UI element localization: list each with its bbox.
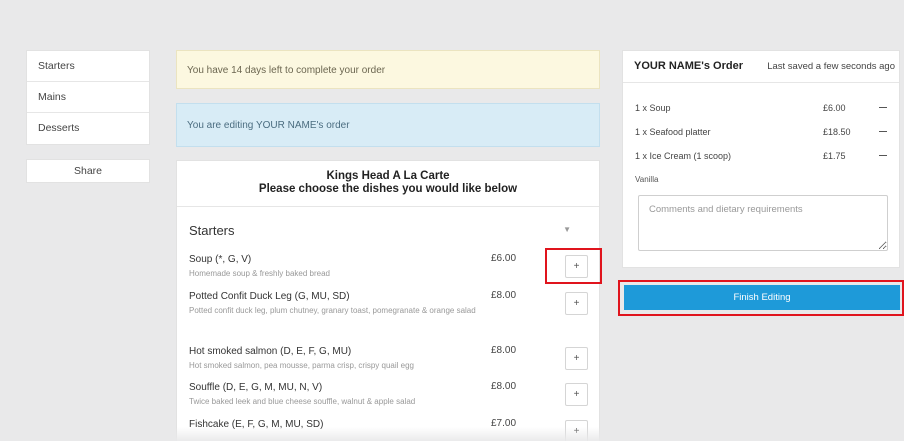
nav-item-mains[interactable]: Mains <box>27 82 149 113</box>
order-line: 1 x Soup £6.00 <box>635 103 891 113</box>
add-dish-button[interactable]: + <box>565 292 588 315</box>
order-title: YOUR NAME's Order <box>634 60 743 72</box>
menu-panel: Kings Head A La Carte Please choose the … <box>176 160 600 441</box>
dish-description: Hot smoked salmon, pea mousse, parma cri… <box>189 361 414 370</box>
menu-title-line1: Kings Head A La Carte <box>326 170 450 182</box>
dish-item: Hot smoked salmon (D, E, F, G, MU) Hot s… <box>189 345 589 372</box>
dish-name: Souffle (D, E, G, M, MU, N, V) <box>189 382 323 393</box>
last-saved-status: Last saved a few seconds ago <box>767 61 895 72</box>
dish-price: £6.00 <box>491 253 517 264</box>
section-heading-starters: Starters <box>189 223 235 238</box>
dish-description: Homemade soup & freshly baked bread <box>189 269 330 278</box>
order-line-price: £6.00 <box>823 103 846 113</box>
editing-banner: You are editing YOUR NAME's order <box>176 103 600 147</box>
menu-title-line2: Please choose the dishes you would like … <box>258 183 518 195</box>
remove-minus-icon[interactable] <box>879 131 887 132</box>
finish-editing-button[interactable]: Finish Editing <box>624 285 900 310</box>
order-item-note: Vanilla <box>635 175 659 184</box>
dish-name: Potted Confit Duck Leg (G, MU, SD) <box>189 291 350 302</box>
order-panel: YOUR NAME's Order Last saved a few secon… <box>622 50 900 268</box>
order-line: 1 x Seafood platter £18.50 <box>635 127 891 137</box>
dish-item: Souffle (D, E, G, M, MU, N, V) Twice bak… <box>189 381 589 408</box>
order-line-item: 1 x Soup <box>635 103 671 113</box>
add-dish-button[interactable]: + <box>565 420 588 441</box>
dish-price: £8.00 <box>491 345 517 356</box>
share-button[interactable]: Share <box>26 159 150 183</box>
order-line: 1 x Ice Cream (1 scoop) £1.75 <box>635 151 891 161</box>
dish-price: £7.00 <box>491 418 517 429</box>
dish-price: £8.00 <box>491 290 517 301</box>
order-line-item: 1 x Seafood platter <box>635 127 711 137</box>
order-line-price: £18.50 <box>823 127 851 137</box>
order-line-item: 1 x Ice Cream (1 scoop) <box>635 151 732 161</box>
remove-minus-icon[interactable] <box>879 107 887 108</box>
order-line-price: £1.75 <box>823 151 846 161</box>
menu-title: Kings Head A La Carte Please choose the … <box>177 170 599 196</box>
add-dish-button[interactable]: + <box>565 347 588 370</box>
add-dish-button[interactable]: + <box>565 383 588 406</box>
dish-name: Hot smoked salmon (D, E, F, G, MU) <box>189 346 352 357</box>
order-divider <box>623 82 899 83</box>
nav-item-desserts[interactable]: Desserts <box>27 113 149 144</box>
comments-textarea[interactable] <box>638 195 888 251</box>
add-dish-button[interactable]: + <box>565 255 588 278</box>
category-nav: Starters Mains Desserts <box>26 50 150 145</box>
dish-item: Soup (*, G, V) Homemade soup & freshly b… <box>189 253 589 280</box>
dish-name: Soup (*, G, V) <box>189 254 252 265</box>
menu-divider <box>177 206 599 207</box>
dish-description: Twice baked leek and blue cheese souffle… <box>189 397 416 406</box>
dish-price: £8.00 <box>491 381 517 392</box>
dish-description: Potted confit duck leg, plum chutney, gr… <box>189 306 476 315</box>
dish-item: Fishcake (E, F, G, M, MU, SD) £7.00 + <box>189 418 589 441</box>
remove-minus-icon[interactable] <box>879 155 887 156</box>
collapse-caret-icon[interactable]: ▼ <box>563 225 571 234</box>
deadline-banner: You have 14 days left to complete your o… <box>176 50 600 89</box>
nav-item-starters[interactable]: Starters <box>27 51 149 82</box>
dish-name: Fishcake (E, F, G, M, MU, SD) <box>189 419 324 430</box>
dish-item: Potted Confit Duck Leg (G, MU, SD) Potte… <box>189 290 589 317</box>
